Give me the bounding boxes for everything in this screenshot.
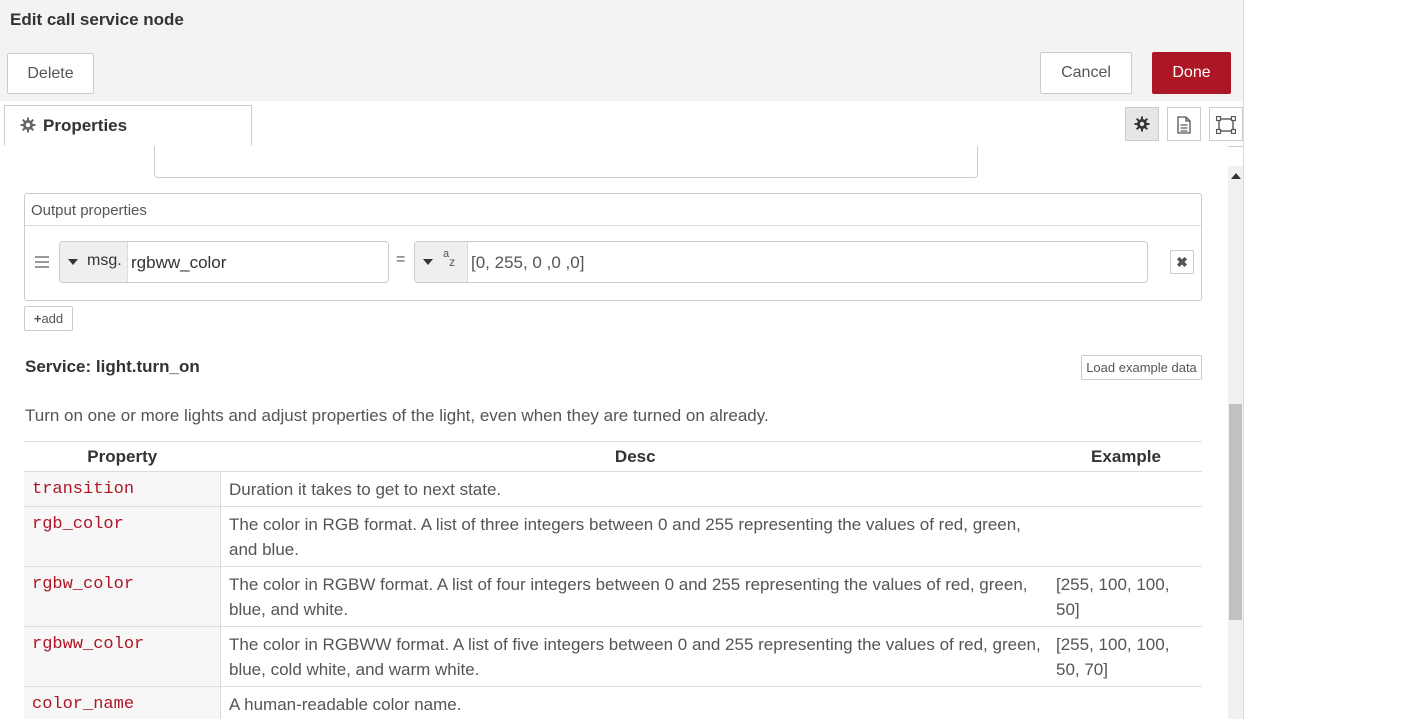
value-type-select[interactable]: az xyxy=(415,242,468,282)
table-row: color_name A human-readable color name. xyxy=(24,686,1202,719)
delete-button[interactable]: Delete xyxy=(7,53,94,94)
add-label: add xyxy=(41,311,64,326)
header-example: Example xyxy=(1050,441,1202,472)
table-header-row: Property Desc Example xyxy=(24,441,1202,472)
gear-icon xyxy=(1134,116,1150,132)
output-properties-legend: Output properties xyxy=(31,202,147,219)
caret-down-icon xyxy=(68,259,78,265)
node-appearance-button[interactable] xyxy=(1209,107,1243,141)
equals-sign: = xyxy=(396,251,406,268)
property-typed-input[interactable]: msg. rgbww_color xyxy=(59,241,389,283)
tab-bar: Properties xyxy=(0,101,1243,147)
node-description-button[interactable] xyxy=(1167,107,1201,141)
cell-desc: A human-readable color name. xyxy=(220,686,1050,719)
dialog-toolbar: Delete Cancel Done xyxy=(0,44,1243,102)
dialog-header: Edit call service node xyxy=(0,0,1243,45)
cell-desc: The color in RGBWW format. A list of fiv… xyxy=(220,626,1050,687)
properties-content: Output properties msg. rgbww_color = az … xyxy=(0,146,1228,719)
caret-down-icon xyxy=(423,259,433,265)
cell-property: color_name xyxy=(24,686,221,719)
table-row: rgb_color The color in RGB format. A lis… xyxy=(24,506,1202,567)
content-scrollbar[interactable] xyxy=(1228,166,1243,719)
service-description: Turn on one or more lights and adjust pr… xyxy=(25,406,769,425)
cell-property: transition xyxy=(24,471,221,507)
msg-prefix: msg. xyxy=(87,252,122,269)
cell-desc: The color in RGBW format. A list of four… xyxy=(220,566,1050,627)
value-typed-input[interactable]: az [0, 255, 0 ,0 ,0] xyxy=(414,241,1148,283)
string-type-icon: az xyxy=(443,248,456,269)
gear-icon xyxy=(20,117,36,133)
cell-property: rgbw_color xyxy=(24,566,221,627)
scroll-up-arrow-icon[interactable] xyxy=(1231,173,1241,179)
cell-property: rgb_color xyxy=(24,506,221,567)
cell-example xyxy=(1050,471,1202,507)
table-row: transition Duration it takes to get to n… xyxy=(24,471,1202,507)
property-name[interactable]: rgbww_color xyxy=(131,253,226,273)
tab-properties-label: Properties xyxy=(43,116,128,135)
cell-desc: The color in RGB format. A list of three… xyxy=(220,506,1050,567)
cell-desc: Duration it takes to get to next state. xyxy=(220,471,1050,507)
remove-row-button[interactable]: ✖ xyxy=(1170,250,1194,274)
cell-example xyxy=(1050,686,1202,719)
document-icon xyxy=(1177,116,1191,134)
header-property: Property xyxy=(24,441,221,472)
cell-example xyxy=(1050,506,1202,567)
drag-handle-icon[interactable] xyxy=(35,256,49,271)
cell-property: rgbww_color xyxy=(24,626,221,687)
node-properties-button[interactable] xyxy=(1125,107,1159,141)
scrollbar-thumb[interactable] xyxy=(1229,404,1242,620)
dialog-title: Edit call service node xyxy=(10,10,184,29)
cell-example: [255, 100, 100, 50, 70] xyxy=(1050,626,1202,687)
service-title: Service: light.turn_on xyxy=(25,357,200,376)
cancel-button[interactable]: Cancel xyxy=(1040,52,1132,94)
load-example-data-button[interactable]: Load example data xyxy=(1081,355,1202,380)
service-fields-table: Property Desc Example transition Duratio… xyxy=(24,441,1202,719)
done-button[interactable]: Done xyxy=(1152,52,1231,94)
property-type-select[interactable]: msg. xyxy=(60,242,128,282)
table-row: rgbww_color The color in RGBWW format. A… xyxy=(24,626,1202,687)
appearance-icon xyxy=(1216,116,1236,134)
cell-example: [255, 100, 100, 50] xyxy=(1050,566,1202,627)
table-row: rgbw_color The color in RGBW format. A l… xyxy=(24,566,1202,627)
header-desc: Desc xyxy=(220,441,1050,472)
edit-dialog-tray: Edit call service node Delete Cancel Don… xyxy=(0,0,1244,719)
add-property-button[interactable]: +add xyxy=(24,306,73,331)
value-text[interactable]: [0, 255, 0 ,0 ,0] xyxy=(471,253,584,273)
tab-properties[interactable]: Properties xyxy=(4,105,252,146)
previous-field-input[interactable] xyxy=(154,146,978,178)
